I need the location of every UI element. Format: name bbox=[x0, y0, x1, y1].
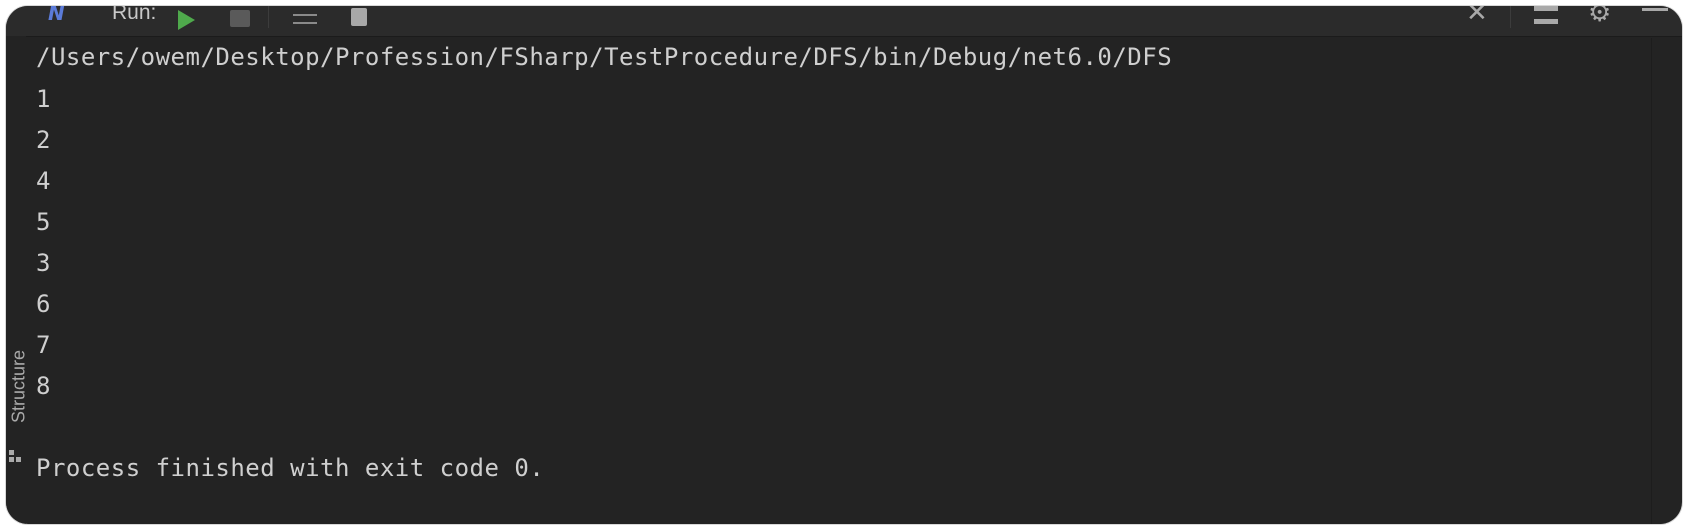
stop-icon[interactable] bbox=[230, 10, 250, 27]
close-icon[interactable]: ✕ bbox=[1466, 6, 1488, 28]
console-output-line: 1 bbox=[36, 85, 51, 113]
minimize-icon[interactable] bbox=[1642, 8, 1668, 11]
run-tool-window: N Run: ✕ ⚙ Structure ks /Users/owem/Desk… bbox=[6, 6, 1682, 524]
scroll-to-end-icon[interactable] bbox=[293, 8, 317, 28]
bookmarks-tab-label[interactable]: ks bbox=[6, 524, 22, 525]
structure-icon[interactable] bbox=[9, 450, 21, 464]
console-output[interactable]: /Users/owem/Desktop/Profession/FSharp/Te… bbox=[36, 36, 1642, 524]
left-tool-strip: Structure ks bbox=[6, 36, 29, 525]
console-output-line: 8 bbox=[36, 372, 51, 400]
console-output-line: 3 bbox=[36, 249, 51, 277]
toolbar-separator bbox=[268, 6, 269, 28]
run-config-icon: N bbox=[48, 6, 65, 25]
console-scrollbar[interactable] bbox=[1651, 38, 1666, 524]
run-label: Run: bbox=[112, 6, 157, 24]
console-output-line: 4 bbox=[36, 167, 51, 195]
console-output-line: 6 bbox=[36, 290, 51, 318]
gear-icon[interactable]: ⚙ bbox=[1588, 6, 1611, 28]
console-path-line: /Users/owem/Desktop/Profession/FSharp/Te… bbox=[36, 43, 1173, 71]
play-icon[interactable] bbox=[178, 10, 195, 30]
console-exit-message: Process finished with exit code 0. bbox=[36, 454, 545, 482]
console-output-line: 2 bbox=[36, 126, 51, 154]
console-output-line: 5 bbox=[36, 208, 51, 236]
layout-icon[interactable] bbox=[1534, 6, 1558, 24]
run-toolbar: N Run: ✕ ⚙ bbox=[6, 6, 1682, 37]
trash-icon[interactable] bbox=[351, 8, 367, 26]
toolbar-separator bbox=[1510, 6, 1511, 28]
console-output-line: 7 bbox=[36, 331, 51, 359]
structure-tab-label[interactable]: Structure bbox=[9, 342, 30, 432]
